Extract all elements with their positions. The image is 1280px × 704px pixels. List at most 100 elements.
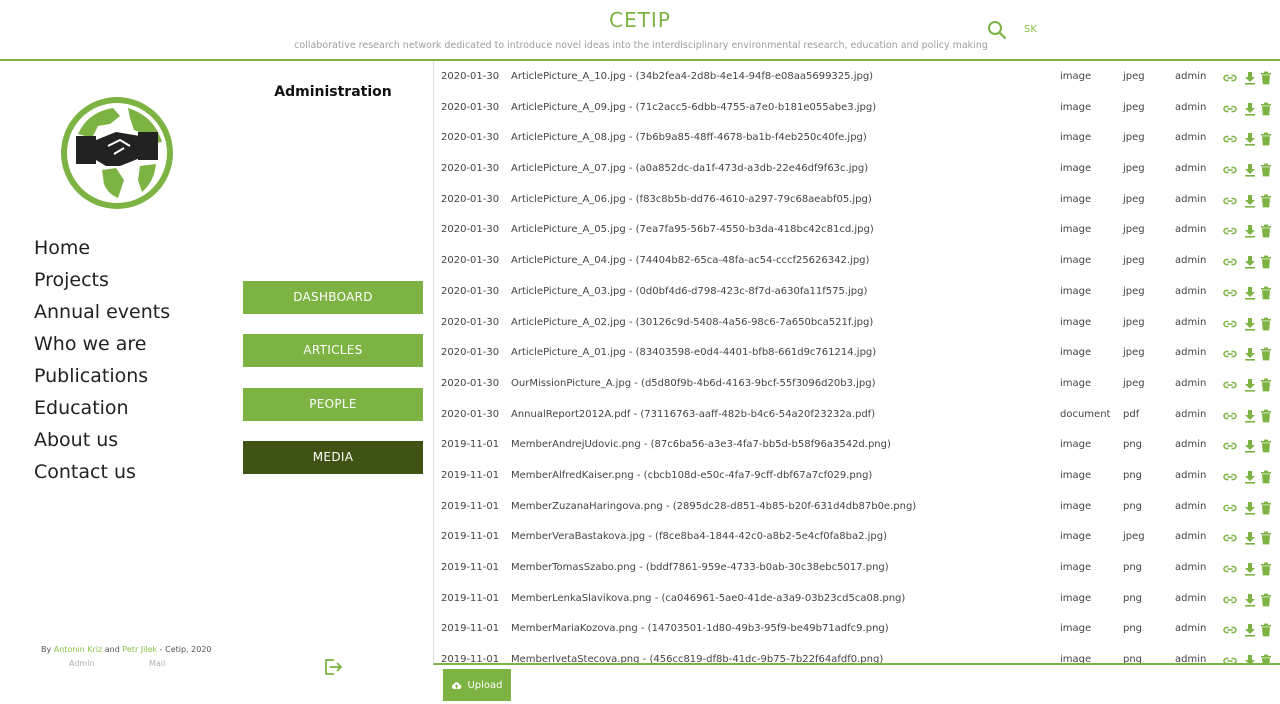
nav-item-home[interactable]: Home: [34, 234, 170, 266]
link-icon[interactable]: [1223, 347, 1237, 361]
download-icon[interactable]: [1243, 531, 1257, 545]
trash-icon[interactable]: [1259, 317, 1273, 331]
cell-filename: MemberIvetaStecova.png - (456cc819-df8b-…: [511, 654, 884, 665]
media-table[interactable]: 2020-01-30 ArticlePicture_A_10.jpg - (34b…: [433, 61, 1280, 665]
site-brand[interactable]: CETIP: [0, 8, 1280, 32]
cell-filename: ArticlePicture_A_01.jpg - (83403598-e0d4…: [511, 347, 877, 359]
trash-icon[interactable]: [1259, 470, 1273, 484]
download-icon[interactable]: [1243, 378, 1257, 392]
download-icon[interactable]: [1243, 224, 1257, 239]
download-icon[interactable]: [1243, 439, 1257, 453]
link-icon[interactable]: [1223, 317, 1237, 331]
nav-item-education[interactable]: Education: [34, 394, 170, 426]
trash-icon[interactable]: [1259, 562, 1273, 576]
admin-link[interactable]: Admin: [69, 659, 95, 668]
nav-item-contact-us[interactable]: Contact us: [34, 458, 170, 490]
nav-item-projects[interactable]: Projects: [34, 266, 170, 298]
cell-extension: png: [1123, 439, 1143, 451]
download-icon[interactable]: [1243, 317, 1257, 331]
download-icon[interactable]: [1243, 132, 1257, 146]
link-icon[interactable]: [1223, 378, 1237, 392]
trash-icon[interactable]: [1259, 378, 1273, 392]
link-icon[interactable]: [1223, 132, 1237, 146]
upload-button[interactable]: Upload: [443, 669, 511, 701]
link-icon[interactable]: [1223, 470, 1237, 484]
download-icon[interactable]: [1243, 562, 1257, 576]
dashboard-button[interactable]: DASHBOARD: [243, 281, 423, 314]
link-icon[interactable]: [1223, 255, 1237, 269]
download-icon[interactable]: [1243, 255, 1257, 269]
nav-item-annual-events[interactable]: Annual events: [34, 298, 170, 330]
link-icon[interactable]: [1223, 562, 1237, 576]
download-icon[interactable]: [1243, 409, 1257, 423]
cell-extension: png: [1123, 500, 1143, 512]
nav-item-about-us[interactable]: About us: [34, 426, 170, 458]
link-icon[interactable]: [1223, 286, 1237, 300]
cell-type: image: [1060, 71, 1092, 82]
trash-icon[interactable]: [1259, 501, 1273, 515]
link-icon[interactable]: [1223, 71, 1237, 85]
mail-link[interactable]: Mail: [149, 659, 165, 668]
link-icon[interactable]: [1223, 593, 1237, 607]
cell-date: 2020-01-30: [441, 316, 500, 328]
main-nav: Home Projects Annual events Who we are P…: [34, 234, 170, 490]
trash-icon[interactable]: [1259, 439, 1273, 453]
trash-icon[interactable]: [1259, 102, 1273, 116]
download-icon[interactable]: [1243, 654, 1257, 663]
media-button[interactable]: MEDIA: [243, 441, 423, 474]
download-icon[interactable]: [1243, 102, 1257, 116]
link-icon[interactable]: [1223, 654, 1237, 663]
cell-date: 2019-11-01: [441, 439, 500, 451]
link-icon[interactable]: [1223, 224, 1237, 238]
trash-icon[interactable]: [1259, 347, 1273, 361]
articles-button[interactable]: ARTICLES: [243, 334, 423, 367]
trash-icon[interactable]: [1259, 593, 1273, 607]
language-switch[interactable]: SK: [1024, 24, 1037, 35]
trash-icon[interactable]: [1259, 654, 1273, 663]
download-icon[interactable]: [1243, 347, 1257, 361]
trash-icon[interactable]: [1259, 163, 1273, 177]
trash-icon[interactable]: [1259, 286, 1273, 300]
link-icon[interactable]: [1223, 409, 1237, 423]
trash-icon[interactable]: [1259, 409, 1273, 423]
cell-extension: jpeg: [1123, 71, 1145, 82]
cell-user: admin: [1175, 347, 1207, 359]
link-icon[interactable]: [1223, 501, 1237, 515]
cell-user: admin: [1175, 531, 1207, 543]
trash-icon[interactable]: [1259, 194, 1273, 208]
download-icon[interactable]: [1243, 163, 1257, 177]
author-link-1[interactable]: Antonin Kriz: [54, 645, 102, 654]
trash-icon[interactable]: [1259, 71, 1273, 85]
link-icon[interactable]: [1223, 439, 1237, 453]
logout-icon[interactable]: [323, 658, 343, 676]
table-row: 2019-11-01 MemberZuzanaHaringova.png - (2…: [434, 491, 1280, 522]
table-row: 2020-01-30 ArticlePicture_A_05.jpg - (7ea…: [434, 214, 1280, 245]
link-icon[interactable]: [1223, 102, 1237, 116]
trash-icon[interactable]: [1259, 224, 1273, 238]
link-icon[interactable]: [1223, 623, 1237, 637]
trash-icon[interactable]: [1259, 255, 1273, 269]
people-button[interactable]: PEOPLE: [243, 388, 423, 421]
nav-item-publications[interactable]: Publications: [34, 362, 170, 394]
download-icon[interactable]: [1243, 194, 1257, 208]
download-icon[interactable]: [1243, 593, 1257, 607]
link-icon[interactable]: [1223, 194, 1237, 208]
nav-item-who-we-are[interactable]: Who we are: [34, 330, 170, 362]
trash-icon[interactable]: [1259, 531, 1273, 545]
download-icon[interactable]: [1243, 71, 1257, 85]
globe-handshake-logo[interactable]: [58, 94, 176, 212]
download-icon[interactable]: [1243, 470, 1257, 484]
link-icon[interactable]: [1223, 163, 1237, 177]
download-icon[interactable]: [1243, 623, 1257, 637]
cell-user: admin: [1175, 132, 1207, 144]
download-icon[interactable]: [1243, 286, 1257, 300]
trash-icon[interactable]: [1259, 623, 1273, 637]
trash-icon[interactable]: [1259, 132, 1273, 146]
download-icon[interactable]: [1243, 501, 1257, 515]
search-icon[interactable]: [987, 20, 1007, 40]
cell-user: admin: [1175, 101, 1207, 113]
cell-extension: jpeg: [1123, 347, 1145, 359]
author-link-2[interactable]: Petr Jilek: [122, 645, 157, 654]
cell-filename: ArticlePicture_A_06.jpg - (f83c8b5b-dd76…: [511, 193, 872, 205]
link-icon[interactable]: [1223, 531, 1237, 545]
